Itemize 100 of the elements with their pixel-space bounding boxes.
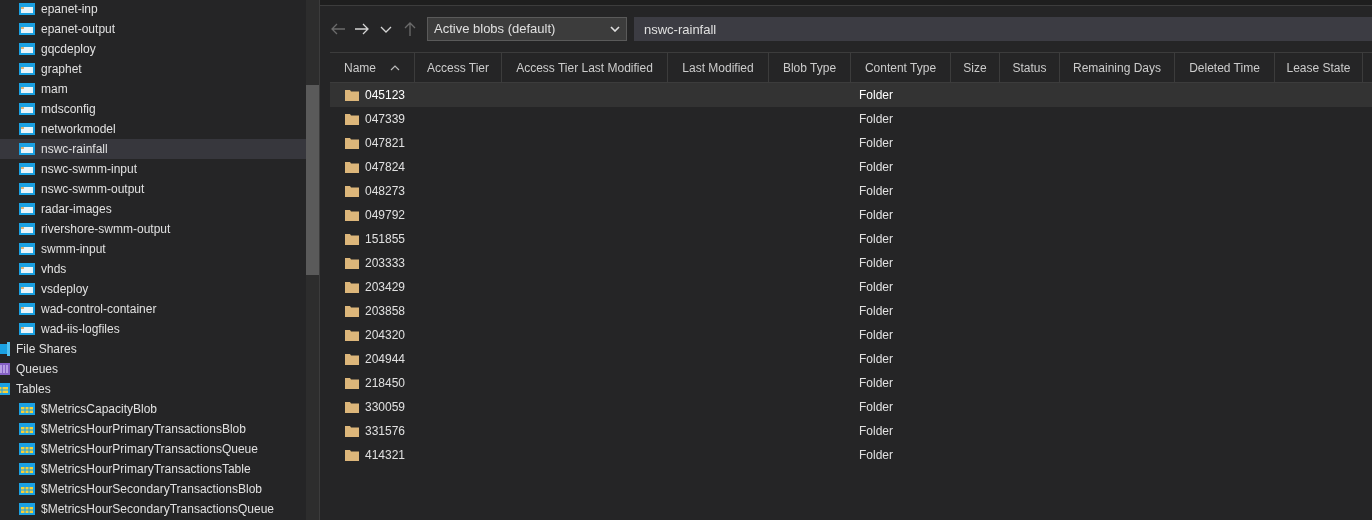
tree-item[interactable]: $MetricsHourSecondaryTransactionsQueue <box>0 499 306 519</box>
tree-item[interactable]: nswc-swmm-input <box>0 159 306 179</box>
tree-item[interactable]: $MetricsHourPrimaryTransactionsQueue <box>0 439 306 459</box>
folder-icon <box>345 233 359 245</box>
folder-icon <box>345 449 359 461</box>
column-header[interactable]: Content Type <box>851 53 951 82</box>
container-icon <box>19 143 35 155</box>
column-header[interactable]: Access Tier Last Modified <box>502 53 668 82</box>
tree-item[interactable]: wad-iis-logfiles <box>0 319 306 339</box>
container-icon <box>19 223 35 235</box>
content-type-cell-text: Folder <box>858 399 893 416</box>
table-icon <box>0 383 10 395</box>
table-row[interactable]: 049792 Folder <box>330 203 1372 227</box>
forward-arrow-icon[interactable] <box>354 21 370 37</box>
tree-item[interactable]: nswc-swmm-output <box>0 179 306 199</box>
table-row[interactable]: 204320 Folder <box>330 323 1372 347</box>
tree-item[interactable]: Tables <box>0 379 306 399</box>
container-icon <box>19 103 35 115</box>
container-icon <box>19 183 35 195</box>
table-row[interactable]: 203333 Folder <box>330 251 1372 275</box>
folder-icon <box>345 425 359 437</box>
column-header[interactable]: Lease State <box>1275 53 1363 82</box>
content-type-cell-text: Folder <box>858 423 893 440</box>
folder-icon <box>345 257 359 269</box>
name-cell-text: 331576 <box>365 423 406 440</box>
table-row[interactable]: 203429 Folder <box>330 275 1372 299</box>
column-header[interactable]: Access Tier <box>415 53 502 82</box>
sort-ascending-icon <box>390 64 400 71</box>
content-type-cell-text: Folder <box>858 447 893 464</box>
table-row[interactable]: 218450 Folder <box>330 371 1372 395</box>
column-header[interactable]: Blob Type <box>769 53 851 82</box>
tree-item[interactable]: mam <box>0 79 306 99</box>
table-icon <box>19 403 35 415</box>
tree-item[interactable]: File Shares <box>0 339 306 359</box>
tree-item[interactable]: networkmodel <box>0 119 306 139</box>
column-header[interactable]: Remaining Days <box>1060 53 1175 82</box>
tree-item[interactable]: $MetricsCapacityBlob <box>0 399 306 419</box>
content-type-cell-text: Folder <box>858 207 893 224</box>
name-cell-text: 151855 <box>365 231 406 248</box>
container-icon <box>19 163 35 175</box>
view-dropdown[interactable]: Active blobs (default) <box>427 17 627 41</box>
chevron-down-icon <box>610 26 620 32</box>
folder-icon <box>345 161 359 173</box>
container-icon <box>19 203 35 215</box>
tree-item[interactable]: radar-images <box>0 199 306 219</box>
tree-item[interactable]: vhds <box>0 259 306 279</box>
table-row[interactable]: 330059 Folder <box>330 395 1372 419</box>
content-type-cell-text: Folder <box>858 135 893 152</box>
content-type-cell-text: Folder <box>858 111 893 128</box>
tree-item[interactable]: gqcdeploy <box>0 39 306 59</box>
scrollbar-thumb[interactable] <box>306 85 319 275</box>
name-cell-text: 330059 <box>365 399 406 416</box>
tree-item[interactable]: $MetricsHourPrimaryTransactionsBlob <box>0 419 306 439</box>
table-row[interactable]: 203858 Folder <box>330 299 1372 323</box>
tree-item[interactable]: $MetricsHourPrimaryTransactionsTable <box>0 459 306 479</box>
tree-item[interactable]: wad-control-container <box>0 299 306 319</box>
folder-icon <box>345 377 359 389</box>
tree-item[interactable]: Queues <box>0 359 306 379</box>
column-header[interactable]: Status <box>1000 53 1060 82</box>
table-row[interactable]: 204944 Folder <box>330 347 1372 371</box>
table-row[interactable]: 047824 Folder <box>330 155 1372 179</box>
column-header[interactable]: Size <box>951 53 1000 82</box>
folder-icon <box>345 329 359 341</box>
column-header[interactable]: Deleted Time <box>1175 53 1275 82</box>
folder-icon <box>345 401 359 413</box>
table-row[interactable]: 047821 Folder <box>330 131 1372 155</box>
tree-item[interactable]: swmm-input <box>0 239 306 259</box>
content-type-cell-text: Folder <box>858 279 893 296</box>
container-icon <box>19 283 35 295</box>
table-row[interactable]: 048273 Folder <box>330 179 1372 203</box>
table-row[interactable]: 414321 Folder <box>330 443 1372 467</box>
container-icon <box>19 23 35 35</box>
tree-item[interactable]: nswc-rainfall <box>0 139 306 159</box>
tree-item[interactable]: $MetricsHourSecondaryTransactionsBlob <box>0 479 306 499</box>
content-type-cell-text: Folder <box>858 351 893 368</box>
content-type-cell-text: Folder <box>858 231 893 248</box>
tree-item[interactable]: rivershore-swmm-output <box>0 219 306 239</box>
name-cell-text: 204944 <box>365 351 406 368</box>
table-icon <box>19 483 35 495</box>
name-cell-text: 045123 <box>365 87 406 104</box>
table-icon <box>19 463 35 475</box>
name-cell-text: 203858 <box>365 303 406 320</box>
table-row[interactable]: 331576 Folder <box>330 419 1372 443</box>
tree-item[interactable]: mdsconfig <box>0 99 306 119</box>
tree-item[interactable]: epanet-output <box>0 19 306 39</box>
folder-icon <box>345 281 359 293</box>
container-icon <box>19 323 35 335</box>
path-field[interactable]: nswc-rainfall <box>634 17 1372 41</box>
table-row[interactable]: 151855 Folder <box>330 227 1372 251</box>
tree-item[interactable]: vsdeploy <box>0 279 306 299</box>
column-header[interactable]: Name <box>330 53 415 82</box>
content-type-cell-text: Folder <box>858 327 893 344</box>
table-row[interactable]: 045123 Folder <box>330 83 1372 107</box>
name-cell-text: 049792 <box>365 207 406 224</box>
table-row[interactable]: 047339 Folder <box>330 107 1372 131</box>
column-header[interactable]: Last Modified <box>668 53 769 82</box>
tree-item[interactable]: graphet <box>0 59 306 79</box>
queue-icon <box>0 363 10 375</box>
tree-item[interactable]: epanet-inp <box>0 0 306 19</box>
folder-icon <box>345 209 359 221</box>
